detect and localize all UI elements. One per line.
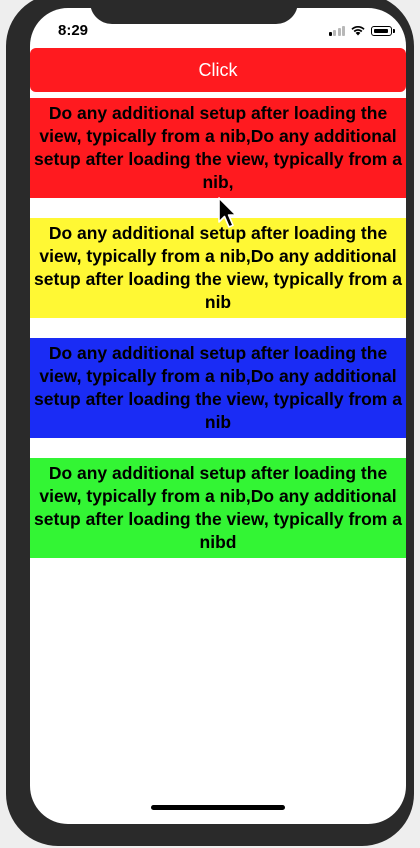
- label-red: Do any additional setup after loading th…: [30, 98, 406, 198]
- label-green: Do any additional setup after loading th…: [30, 458, 406, 558]
- mouse-pointer-icon: [218, 197, 237, 228]
- label-blue: Do any additional setup after loading th…: [30, 338, 406, 438]
- status-time: 8:29: [58, 22, 89, 39]
- click-button[interactable]: Click: [30, 48, 406, 92]
- app-screen: 8:29 Click Do any additional setup after…: [30, 8, 406, 824]
- iphone-simulator-frame: 8:29 Click Do any additional setup after…: [6, 0, 414, 846]
- label-yellow: Do any additional setup after loading th…: [30, 218, 406, 318]
- desktop-background: 8:29 Click Do any additional setup after…: [0, 0, 420, 848]
- cellular-signal-icon: [328, 25, 345, 36]
- home-indicator[interactable]: [151, 805, 285, 810]
- wifi-icon: [351, 25, 365, 36]
- device-notch: [90, 0, 298, 24]
- battery-icon: [371, 26, 395, 36]
- status-icons: [328, 24, 395, 36]
